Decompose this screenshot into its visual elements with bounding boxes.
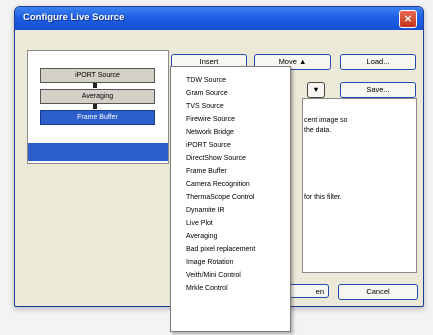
menu-item-bad-pixel-replacement[interactable]: Bad pixel replacement	[186, 244, 255, 255]
menu-item-mrkle-control[interactable]: Mrkle Control	[186, 283, 228, 294]
menu-item-veith-mini-control[interactable]: Veith/Mini Control	[186, 270, 241, 281]
menu-item-thermascope-control[interactable]: ThermaScope Control	[186, 192, 254, 203]
menu-item-network-bridge[interactable]: Network Bridge	[186, 127, 234, 138]
load-button[interactable]: Load...	[340, 54, 416, 70]
close-icon[interactable]: ×	[399, 10, 417, 28]
chain-node-iport-source[interactable]: iPORT Source	[40, 68, 155, 83]
chain-node-frame-buffer[interactable]: Frame Buffer	[40, 110, 155, 125]
filter-chain-panel: iPORT Source Averaging Frame Buffer	[27, 50, 169, 164]
title-bar: Configure Live Source ×	[15, 7, 423, 30]
menu-item-averaging[interactable]: Averaging	[186, 231, 217, 242]
save-button[interactable]: Save...	[340, 82, 416, 98]
menu-item-tvs-source[interactable]: TVS Source	[186, 101, 224, 112]
menu-item-image-rotation[interactable]: Image Rotation	[186, 257, 233, 268]
menu-item-camera-recognition[interactable]: Camera Recognition	[186, 179, 250, 190]
chain-connector	[93, 104, 97, 109]
dialog-title: Configure Live Source	[23, 12, 125, 23]
description-line: cent image so	[304, 117, 348, 124]
menu-item-tdw-source[interactable]: TDW Source	[186, 75, 226, 86]
cancel-button[interactable]: Cancel	[338, 284, 418, 300]
insert-dropdown-menu: TDW Source Gram Source TVS Source Firewi…	[170, 66, 291, 332]
menu-item-firewire-source[interactable]: Firewire Source	[186, 114, 235, 125]
chain-connector	[93, 83, 97, 88]
menu-item-frame-buffer[interactable]: Frame Buffer	[186, 166, 227, 177]
menu-item-directshow-source[interactable]: DirectShow Source	[186, 153, 246, 164]
menu-item-dynamite-ir[interactable]: Dynamite IR	[186, 205, 225, 216]
menu-item-gram-source[interactable]: Gram Source	[186, 88, 228, 99]
description-line: the data.	[304, 127, 332, 134]
description-panel: cent image so the data. for this filter.	[302, 98, 417, 273]
menu-item-live-plot[interactable]: Live Plot	[186, 218, 213, 229]
selected-row-highlight	[28, 143, 168, 161]
chain-node-averaging[interactable]: Averaging	[40, 89, 155, 104]
description-line: for this filter.	[304, 194, 342, 201]
move-down-button[interactable]: ▼	[307, 82, 325, 98]
menu-item-iport-source[interactable]: iPORT Source	[186, 140, 231, 151]
